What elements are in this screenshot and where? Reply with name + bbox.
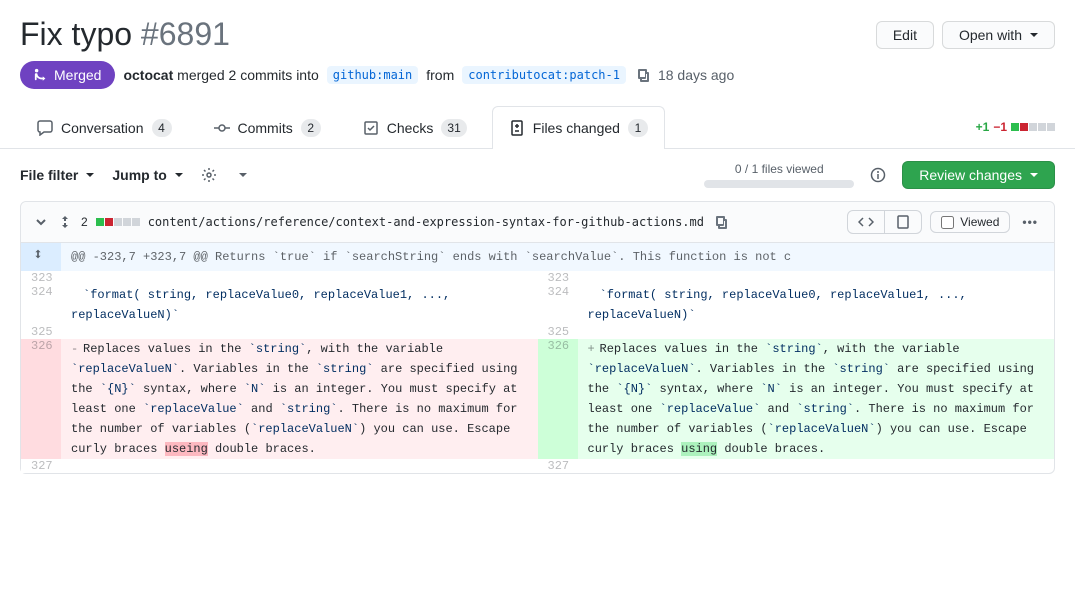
jump-to-dropdown[interactable]: Jump to — [112, 167, 182, 183]
file-changes-count: 2 — [81, 215, 88, 229]
pr-title-text: Fix typo — [20, 16, 132, 52]
commits-count: 2 — [301, 119, 321, 137]
checklist-icon — [363, 120, 379, 136]
file-filter-dropdown[interactable]: File filter — [20, 167, 94, 183]
tab-conversation[interactable]: Conversation 4 — [20, 106, 189, 149]
chevron-down-icon — [1030, 33, 1038, 37]
meta-text: octocat merged 2 commits into — [123, 67, 318, 83]
file-menu-button[interactable]: ••• — [1018, 211, 1042, 233]
diff-row: 324 `format( string, replaceValue0, repl… — [21, 285, 1054, 325]
diff-row-changed: 326 -Replaces values in the `string`, wi… — [21, 339, 1054, 459]
file-diffstat-blocks — [96, 218, 140, 226]
overall-diffstat: +1 −1 — [976, 120, 1055, 134]
source-view-button[interactable] — [847, 210, 885, 234]
comment-icon — [37, 120, 53, 136]
git-merge-icon — [34, 67, 48, 83]
hunk-header: @@ -323,7 +323,7 @@ Returns `true` if `s… — [21, 243, 1054, 271]
rendered-view-button[interactable] — [885, 210, 922, 234]
copy-icon[interactable] — [634, 67, 650, 83]
file-path[interactable]: content/actions/reference/context-and-ex… — [148, 215, 704, 229]
file-diff-icon — [509, 120, 525, 136]
status-badge: Merged — [20, 61, 115, 89]
file-icon — [895, 214, 911, 230]
files-changed-count: 1 — [628, 119, 648, 137]
head-branch[interactable]: contributocat:patch-1 — [462, 66, 626, 84]
progress-bar — [704, 180, 854, 188]
conversation-count: 4 — [152, 119, 172, 137]
chevron-down-icon[interactable] — [33, 214, 49, 230]
viewed-checkbox[interactable]: Viewed — [930, 211, 1010, 233]
diff-row: 323 323 — [21, 271, 1054, 285]
checks-count: 31 — [441, 119, 466, 137]
expand-icon[interactable] — [57, 214, 73, 230]
expand-hunk-icon[interactable] — [31, 247, 45, 261]
copy-path-icon[interactable] — [712, 214, 728, 230]
timestamp: 18 days ago — [658, 67, 734, 83]
review-changes-button[interactable]: Review changes — [902, 161, 1055, 189]
gear-icon[interactable] — [201, 167, 217, 183]
commit-icon — [214, 120, 230, 136]
diff-row: 327 327 — [21, 459, 1054, 473]
viewed-checkbox-input[interactable] — [941, 216, 954, 229]
open-with-button[interactable]: Open with — [942, 21, 1055, 49]
page-title: Fix typo #6891 — [20, 16, 230, 53]
tab-commits[interactable]: Commits 2 — [197, 106, 338, 149]
base-branch[interactable]: github:main — [327, 66, 418, 84]
diff-row: 325 325 — [21, 325, 1054, 339]
tab-files-changed[interactable]: Files changed 1 — [492, 106, 665, 149]
author-link[interactable]: octocat — [123, 67, 173, 83]
edit-button[interactable]: Edit — [876, 21, 934, 49]
info-icon[interactable] — [870, 167, 886, 183]
code-icon — [858, 214, 874, 230]
tab-checks[interactable]: Checks 31 — [346, 106, 484, 149]
deleted-text-highlight: useing — [165, 442, 208, 456]
pr-number: #6891 — [141, 16, 230, 52]
added-text-highlight: using — [681, 442, 717, 456]
files-viewed-label: 0 / 1 files viewed — [735, 162, 824, 176]
